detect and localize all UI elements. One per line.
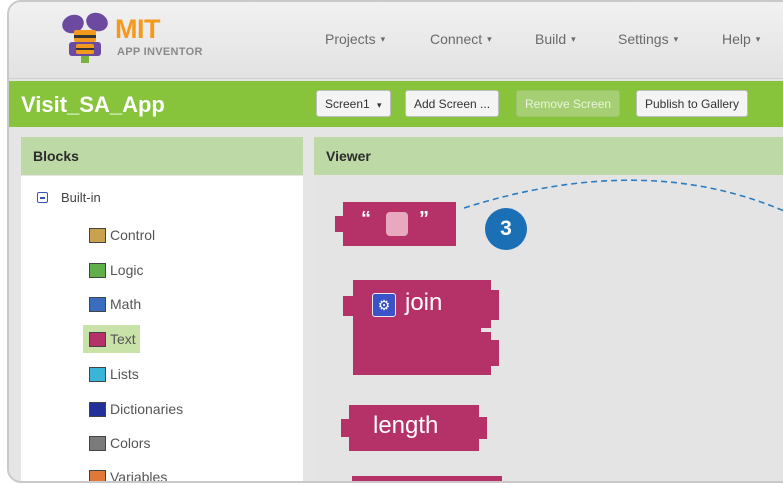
mit-app-inventor-logo[interactable]: MIT APP INVENTOR [57,10,227,66]
category-label: Text [110,331,136,347]
bee-logo-icon [62,12,108,63]
menu-build-label: Build [535,31,567,47]
category-label: Math [110,296,142,312]
category-control[interactable]: Control [89,224,155,246]
category-label: Colors [110,435,151,451]
remove-screen-button[interactable]: Remove Screen [516,90,621,117]
logo-subtitle: APP INVENTOR [117,46,203,58]
mutator-gear-icon[interactable]: ⚙ [372,293,396,317]
viewer-panel-title: Viewer [326,148,371,164]
category-label: Control [110,227,156,243]
category-lists[interactable]: Lists [89,363,139,385]
length-label: length [373,412,439,439]
close-quote: ” [419,208,429,230]
menu-settings-label: Settings [618,31,669,47]
publish-to-gallery-button[interactable]: Publish to Gallery [636,90,749,117]
callout-number-badge: 3 [485,208,527,250]
lists-color-swatch [89,366,106,382]
screen-select-label: Screen1 [325,97,370,111]
menu-build[interactable]: Build ▾ [535,31,576,47]
category-math[interactable]: Math [89,293,141,315]
chevron-down-icon: ▾ [377,100,382,110]
viewer-panel-header: Viewer [314,137,783,175]
menu-projects-label: Projects [325,31,376,47]
collapse-icon[interactable] [37,192,48,203]
chevron-down-icon: ▾ [755,34,761,44]
chevron-down-icon: ▾ [673,34,679,44]
join-label: join [405,289,443,316]
control-color-swatch [89,227,106,243]
text-string-block[interactable]: “ ” [333,200,458,248]
menu-help[interactable]: Help ▾ [722,31,760,47]
category-label: Logic [110,262,144,278]
variables-color-swatch [89,469,106,481]
logic-color-swatch [89,262,106,278]
category-variables[interactable]: Variables [89,466,168,483]
menu-connect-label: Connect [430,31,483,47]
blocks-tree: Built-in Control Logic Math Text Lists D… [21,176,303,481]
chevron-down-icon: ▾ [571,34,576,44]
category-colors[interactable]: Colors [89,432,150,454]
app-window: MIT APP INVENTOR Projects ▾ Connect ▾ Buil… [7,0,783,483]
built-in-group-toggle[interactable]: Built-in [37,190,101,205]
open-quote: “ [361,208,371,230]
menu-settings[interactable]: Settings ▾ [618,31,678,47]
add-screen-button[interactable]: Add Screen ... [405,90,500,117]
category-logic[interactable]: Logic [89,259,143,281]
chevron-down-icon: ▾ [380,34,386,44]
menu-projects[interactable]: Projects ▾ [325,31,385,47]
category-label: Variables [110,469,168,483]
menu-connect[interactable]: Connect ▾ [430,31,492,47]
built-in-label: Built-in [61,190,101,205]
project-name: Visit_SA_App [21,92,165,117]
menu-help-label: Help [722,31,751,47]
chevron-down-icon: ▾ [487,34,492,44]
category-text[interactable]: Text [83,325,140,353]
blocks-panel-header: Blocks [21,137,303,175]
partial-text-block[interactable] [352,476,502,481]
blocks-panel-title: Blocks [33,148,79,164]
category-dictionaries[interactable]: Dictionaries [89,398,183,420]
viewer-workspace[interactable]: “ ” ⚙ join length [314,176,783,481]
project-toolbar: Visit_SA_App Screen1 ▾ Add Screen ... Re… [9,81,783,127]
category-label: Dictionaries [110,401,184,417]
callout-dashed-line [463,179,783,212]
screen-select[interactable]: Screen1 ▾ [316,90,391,117]
length-block[interactable]: length [339,403,489,453]
text-color-swatch [89,331,106,347]
colors-color-swatch [89,435,106,451]
logo-title: MIT [115,14,161,44]
top-navigation-bar: MIT APP INVENTOR Projects ▾ Connect ▾ Buil… [9,2,783,79]
dictionaries-color-swatch [89,401,106,417]
category-label: Lists [110,366,139,382]
text-input-slot[interactable] [386,212,408,236]
math-color-swatch [89,296,106,312]
join-block[interactable]: ⚙ join [339,280,507,375]
